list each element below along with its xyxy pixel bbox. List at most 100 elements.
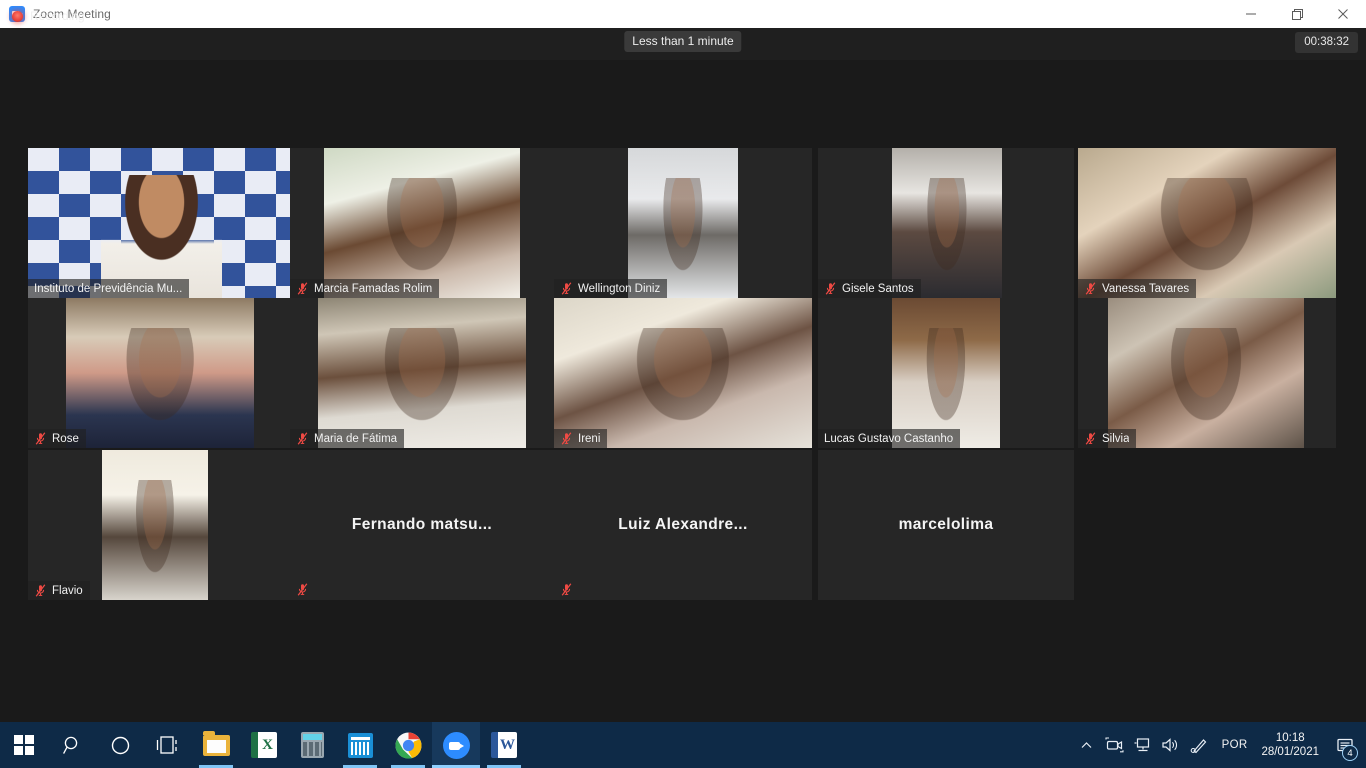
camera-icon[interactable] xyxy=(1101,722,1129,768)
participant-namebar: Ireni xyxy=(554,429,608,448)
participant-name: Gisele Santos xyxy=(842,282,914,295)
participant-figure xyxy=(1155,328,1257,448)
participant-video xyxy=(102,450,208,600)
participant-tile[interactable]: Gisele Santos xyxy=(818,148,1074,298)
participant-tile[interactable]: Rose xyxy=(28,298,290,448)
participant-tile[interactable]: Vanessa Tavares xyxy=(1078,148,1336,298)
participant-name-placeholder: Luiz Alexandre... xyxy=(618,516,748,533)
participant-video xyxy=(318,298,526,448)
mic-muted-icon xyxy=(1084,282,1097,296)
recording-indicator[interactable]: Recording xyxy=(12,0,85,32)
calculator-icon[interactable] xyxy=(288,722,336,768)
windows-taskbar: X W POR 10:18 28/01/2021 4 xyxy=(0,722,1366,768)
participant-name-placeholder: Fernando matsu... xyxy=(351,516,493,533)
participant-name: Rose xyxy=(52,432,79,445)
clock-time: 10:18 xyxy=(1275,732,1305,744)
mic-muted-icon xyxy=(296,432,309,446)
mic-muted-icon xyxy=(559,582,573,597)
participant-namebar: Silvia xyxy=(1078,429,1137,448)
zoom-icon[interactable] xyxy=(432,722,480,768)
record-dot-icon xyxy=(12,10,23,22)
participant-figure xyxy=(615,328,751,448)
restore-icon[interactable] xyxy=(1274,0,1320,28)
participant-tile[interactable]: Silvia xyxy=(1078,298,1336,448)
participant-video xyxy=(1078,148,1336,298)
participant-name: Vanessa Tavares xyxy=(1102,282,1190,295)
mic-muted-icon xyxy=(34,432,47,446)
participant-name: Ireni xyxy=(578,432,601,445)
participant-figure xyxy=(918,178,976,298)
notification-icon[interactable]: 4 xyxy=(1328,722,1362,768)
participant-namebar: Lucas Gustavo Castanho xyxy=(818,429,961,448)
remaining-time-badge: Less than 1 minute xyxy=(624,31,742,52)
participant-video xyxy=(324,148,520,298)
chrome-icon[interactable] xyxy=(384,722,432,768)
cortana-circle-icon[interactable] xyxy=(96,722,144,768)
clock[interactable]: 10:18 28/01/2021 xyxy=(1258,731,1328,759)
chevron-up-icon[interactable] xyxy=(1073,722,1101,768)
participant-name: Silvia xyxy=(1102,432,1130,445)
recording-label: Recording xyxy=(30,9,85,23)
participant-tile[interactable]: Flavio xyxy=(28,450,290,600)
participant-figure xyxy=(127,480,183,600)
participant-name: Wellington Diniz xyxy=(578,282,661,295)
participant-video xyxy=(28,148,290,298)
mic-muted-icon xyxy=(824,282,837,296)
mic-muted-icon xyxy=(560,432,573,446)
speaker-icon[interactable] xyxy=(1157,722,1185,768)
participant-video xyxy=(554,298,812,448)
participant-tile[interactable]: marcelolima xyxy=(818,450,1074,600)
participant-name: Lucas Gustavo Castanho xyxy=(824,432,954,445)
participant-name: Maria de Fátima xyxy=(314,432,398,445)
participant-name-placeholder: marcelolima xyxy=(898,516,994,533)
participant-namebar: Vanessa Tavares xyxy=(1078,279,1197,298)
excel-icon[interactable]: X xyxy=(240,722,288,768)
mic-muted-icon xyxy=(1084,432,1097,446)
participant-namebar: Wellington Diniz xyxy=(554,279,668,298)
window-titlebar: Zoom Meeting xyxy=(0,0,1366,28)
windows-start-icon[interactable] xyxy=(0,722,48,768)
task-view-icon[interactable] xyxy=(144,722,192,768)
video-grid: Instituto de Previdência Mu... Marcia Fam… xyxy=(0,60,1366,722)
participant-tile[interactable]: Lucas Gustavo Castanho xyxy=(818,298,1074,448)
participant-tile[interactable]: Instituto de Previdência Mu... xyxy=(28,148,290,298)
minimize-icon[interactable] xyxy=(1228,0,1274,28)
participant-tile[interactable]: Fernando matsu... xyxy=(290,450,554,600)
elapsed-time-badge: 00:38:32 xyxy=(1295,32,1358,53)
participant-video xyxy=(892,298,1000,448)
participant-tile[interactable]: Wellington Diniz xyxy=(554,148,812,298)
calendar-icon[interactable] xyxy=(336,722,384,768)
window-controls xyxy=(1228,0,1366,28)
notification-count-badge: 4 xyxy=(1342,745,1358,761)
participant-tile[interactable]: Luiz Alexandre... xyxy=(554,450,812,600)
language-indicator[interactable]: POR xyxy=(1213,739,1259,751)
participant-namebar: Maria de Fátima xyxy=(290,429,405,448)
mic-muted-icon xyxy=(560,282,573,296)
participant-video xyxy=(892,148,1002,298)
participant-namebar: Gisele Santos xyxy=(818,279,921,298)
word-icon[interactable]: W xyxy=(480,722,528,768)
participant-tile[interactable]: Ireni xyxy=(554,298,812,448)
clock-date: 28/01/2021 xyxy=(1261,746,1319,758)
participant-tile[interactable]: Maria de Fátima xyxy=(290,298,554,448)
file-explorer-icon[interactable] xyxy=(192,722,240,768)
participant-name: Marcia Famadas Rolim xyxy=(314,282,433,295)
mic-muted-icon xyxy=(296,282,309,296)
participant-video xyxy=(628,148,738,298)
participant-video xyxy=(1108,298,1304,448)
network-monitor-icon[interactable] xyxy=(1129,722,1157,768)
search-icon[interactable] xyxy=(48,722,96,768)
participant-name: Flavio xyxy=(52,584,83,597)
system-tray: POR 10:18 28/01/2021 4 xyxy=(1073,722,1366,768)
participant-name: Instituto de Previdência Mu... xyxy=(34,282,183,295)
mic-muted-icon xyxy=(34,584,47,598)
participant-figure xyxy=(111,328,209,448)
mic-muted-icon xyxy=(295,582,309,597)
participant-video xyxy=(66,298,254,448)
pen-icon[interactable] xyxy=(1185,722,1213,768)
participant-namebar: Instituto de Previdência Mu... xyxy=(28,279,190,298)
participant-tile[interactable]: Marcia Famadas Rolim xyxy=(290,148,554,298)
participant-namebar: Marcia Famadas Rolim xyxy=(290,279,440,298)
participant-namebar: Flavio xyxy=(28,581,90,600)
close-icon[interactable] xyxy=(1320,0,1366,28)
